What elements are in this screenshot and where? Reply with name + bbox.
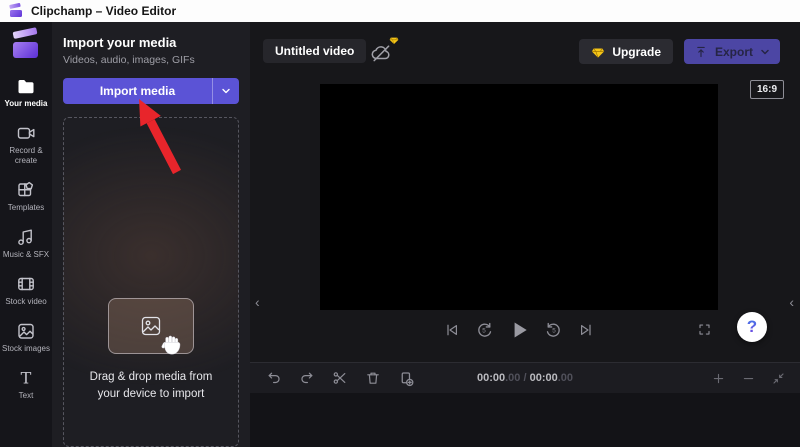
time-current: 00:00 [477,372,505,384]
time-current-frac: .00 [505,372,520,384]
time-total: 00:00 [530,372,558,384]
video-preview-canvas[interactable] [320,84,718,310]
upload-icon [694,45,708,59]
editor-main-area: Untitled video Upgrade Export 16:9 5 [250,22,800,447]
window-titlebar: Clipchamp – Video Editor [0,0,800,22]
duplicate-clip-icon[interactable] [398,370,415,387]
cloud-backup-off-icon[interactable] [370,42,392,64]
help-button[interactable]: ? [737,312,767,342]
import-media-panel: Import your media Videos, audio, images,… [52,22,250,447]
zoom-to-fit-icon[interactable] [771,371,786,386]
chevron-down-icon [221,86,231,96]
import-panel-title: Import your media [63,35,239,50]
skip-to-end-icon[interactable] [578,322,594,338]
upgrade-button[interactable]: Upgrade [579,39,673,64]
fullscreen-icon[interactable] [697,322,712,337]
question-mark-icon: ? [747,317,757,337]
video-camera-icon [16,123,36,143]
play-button[interactable] [508,319,530,341]
sidebar-item-label: Music & SFX [3,250,49,260]
import-media-dropdown-button[interactable] [212,78,239,104]
timeline-tracks-area[interactable] [250,393,800,447]
playback-controls: 5 5 [320,319,718,341]
collapse-panel-right-icon[interactable]: ‹ [785,292,798,312]
timeline-toolbar: 00:00.00 / 00:00.00 [250,362,800,393]
aspect-ratio-badge[interactable]: 16:9 [750,80,784,99]
split-scissors-icon[interactable] [332,370,348,386]
delete-trash-icon[interactable] [365,370,381,386]
import-panel-subtitle: Videos, audio, images, GIFs [63,54,239,66]
sidebar-item-label: Stock video [5,297,46,307]
zoom-out-icon[interactable] [741,371,756,386]
music-note-icon [16,227,36,247]
import-media-button[interactable]: Import media [63,78,212,104]
upgrade-label: Upgrade [612,45,661,59]
sidebar-item-label: Stock images [2,344,50,354]
export-button[interactable]: Export [684,39,780,64]
drag-hand-icon [159,332,185,358]
sidebar-item-label: Text [19,391,34,401]
clipchamp-app-logo [12,31,40,58]
media-dropzone[interactable]: Drag & drop media from your device to im… [63,117,239,447]
image-icon [16,321,36,341]
text-tool-icon: T [16,368,36,388]
time-total-frac: .00 [558,372,573,384]
svg-text:T: T [21,369,32,388]
sidebar-item-label: Templates [8,203,44,213]
collapse-panel-left-icon[interactable]: ‹ [251,292,264,312]
folder-icon [16,76,36,96]
project-title-field[interactable]: Untitled video [263,39,366,63]
sidebar-item-stock-images[interactable]: Stock images [0,314,52,361]
forward-5s-icon[interactable]: 5 [545,321,563,339]
chevron-down-icon [760,47,770,57]
dropzone-instructions: Drag & drop media from your device to im… [64,369,238,404]
undo-icon[interactable] [266,370,282,386]
svg-text:5: 5 [552,328,556,335]
export-label: Export [715,45,753,59]
premium-gem-badge-icon [389,35,399,45]
sidebar-item-stock-video[interactable]: Stock video [0,267,52,314]
time-separator: / [520,372,529,384]
zoom-in-icon[interactable] [711,371,726,386]
rewind-5s-icon[interactable]: 5 [475,321,493,339]
redo-icon[interactable] [299,370,315,386]
timecode-display: 00:00.00 / 00:00.00 [477,372,573,384]
sidebar-item-templates[interactable]: Templates [0,173,52,220]
skip-to-start-icon[interactable] [444,322,460,338]
sidebar-nav: Your media Record & create Templates Mus… [0,22,52,447]
clipchamp-logo-icon [10,5,23,17]
sidebar-item-label: Your media [5,99,48,109]
sidebar-item-music-sfx[interactable]: Music & SFX [0,220,52,267]
gem-icon [591,45,605,59]
svg-text:5: 5 [482,328,486,335]
film-strip-icon [16,274,36,294]
sidebar-item-label: Record & create [1,146,51,166]
window-title: Clipchamp – Video Editor [31,4,176,18]
sidebar-item-your-media[interactable]: Your media [0,69,52,116]
sidebar-item-text[interactable]: T Text [0,361,52,408]
templates-icon [16,180,36,200]
sidebar-item-record-create[interactable]: Record & create [0,116,52,173]
